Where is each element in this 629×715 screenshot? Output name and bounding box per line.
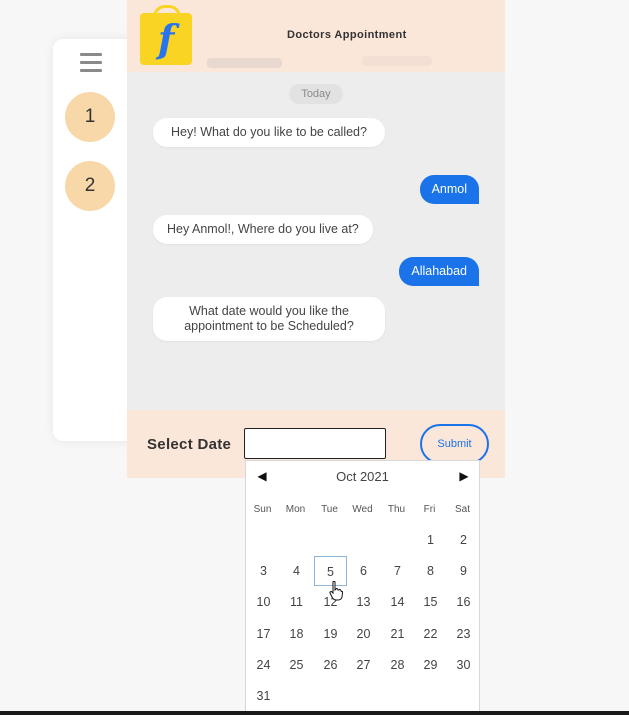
flipkart-logo: f [140,5,192,65]
calendar-day[interactable]: 27 [347,650,380,680]
calendar-day[interactable]: 30 [447,650,480,680]
weekday-header: Thu [387,504,406,515]
calendar-day[interactable]: 23 [447,619,480,649]
calendar-day[interactable]: 15 [414,587,447,617]
calendar-day[interactable]: 29 [414,650,447,680]
bot-message: What date would you like the appointment… [153,297,385,341]
submit-button[interactable]: Submit [420,424,489,464]
weekday-header: Tue [321,504,338,515]
calendar-day[interactable]: 14 [381,587,414,617]
user-message: Anmol [419,175,479,204]
calendar-month-label: Oct 2021 [336,469,389,484]
page-title: Doctors Appointment [287,29,407,41]
calendar-day[interactable]: 24 [247,650,280,680]
bot-message: Hey Anmol!, Where do you live at? [153,215,373,244]
calendar-day[interactable]: 8 [414,556,447,586]
select-date-label: Select Date [147,436,232,453]
header-decoration [207,58,282,68]
date-picker: ◀ Oct 2021 ▶ Sun Mon Tue Wed Thu Fri Sat 1 2 3 4 5 6… [245,460,480,711]
weekday-header: Mon [285,504,306,515]
calendar-day[interactable]: 28 [381,650,414,680]
calendar-day[interactable]: 22 [414,619,447,649]
screen-bottom-edge [0,711,629,715]
user-message: Allahabad [399,257,479,286]
weekday-header: Sat [454,504,470,515]
calendar-day[interactable]: 11 [280,587,313,617]
calendar-day[interactable]: 16 [447,587,480,617]
calendar-day[interactable]: 31 [247,681,280,711]
calendar-day[interactable]: 9 [447,556,480,586]
next-month-icon[interactable]: ▶ [457,469,471,483]
step-1[interactable]: 1 [65,92,115,142]
calendar-day[interactable]: 2 [447,525,480,555]
weekday-header: Fri [423,504,436,515]
calendar-day[interactable]: 18 [280,619,313,649]
weekday-header: Sun [253,504,272,515]
calendar-day[interactable]: 6 [347,556,380,586]
calendar-day[interactable]: 13 [347,587,380,617]
bot-message: Hey! What do you like to be called? [153,118,385,147]
logo-glyph: f [157,16,175,61]
calendar-day[interactable]: 1 [414,525,447,555]
calendar-day[interactable]: 10 [247,587,280,617]
menu-icon[interactable] [80,53,102,73]
calendar-day[interactable]: 7 [381,556,414,586]
calendar-day[interactable]: 21 [381,619,414,649]
chat-header: f Doctors Appointment [127,0,505,72]
weekday-header: Wed [352,504,373,515]
chat-window: f Doctors Appointment Today Hey! What do… [127,0,505,478]
calendar-day[interactable]: 4 [280,556,313,586]
calendar-day[interactable]: 25 [280,650,313,680]
step-2[interactable]: 2 [65,161,115,211]
date-input[interactable] [244,428,386,459]
calendar-day[interactable]: 20 [347,619,380,649]
calendar-day[interactable]: 26 [314,650,347,680]
calendar-day[interactable]: 19 [314,619,347,649]
calendar-day[interactable]: 3 [247,556,280,586]
date-divider: Today [289,84,343,104]
hand-cursor-icon [329,581,343,601]
header-decoration [362,56,432,66]
calendar-day[interactable]: 17 [247,619,280,649]
